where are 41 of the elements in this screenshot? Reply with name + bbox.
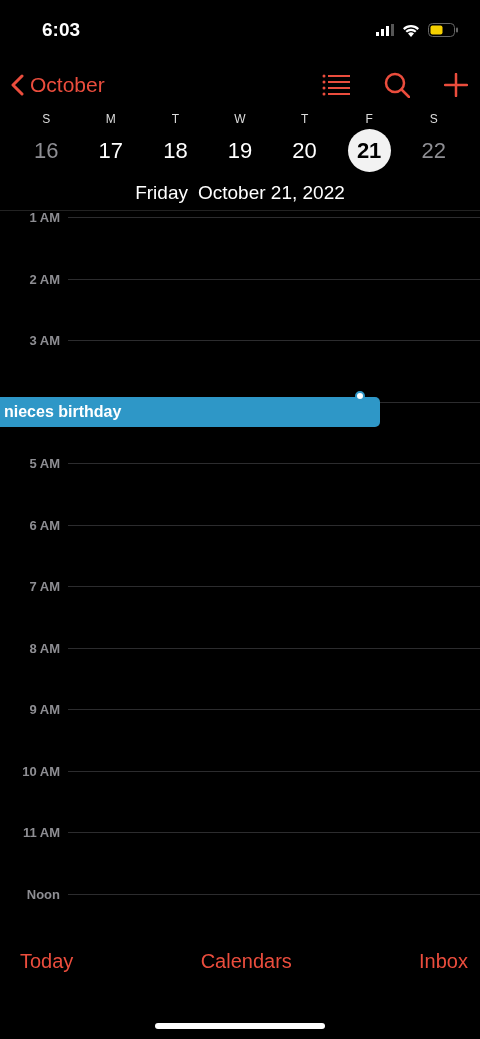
day-button[interactable]: 17 — [89, 129, 133, 172]
status-time: 6:03 — [42, 19, 81, 41]
back-button[interactable]: October — [10, 73, 105, 97]
add-icon[interactable] — [444, 73, 468, 97]
toolbar-button[interactable]: Today — [20, 949, 74, 973]
toolbar-button[interactable]: Calendars — [200, 949, 292, 973]
weekday-letter: F — [365, 112, 373, 126]
weekday-letter: M — [105, 112, 116, 126]
weekday-letter: T — [300, 112, 309, 126]
day-button[interactable]: 18 — [153, 129, 197, 172]
wifi-icon — [402, 23, 420, 37]
hour-label: 2 AM — [28, 272, 60, 286]
hour-label: 5 AM — [28, 457, 60, 470]
hour-label: 6 AM — [28, 518, 60, 532]
resize-handle[interactable] — [355, 390, 365, 401]
weekday-letter: S — [429, 112, 438, 126]
day-button[interactable]: 19 — [218, 129, 262, 172]
hour-label: 1 AM — [28, 211, 60, 224]
weekday-letter: T — [171, 112, 180, 126]
day-button[interactable]: 22 — [412, 129, 456, 172]
day-button[interactable]: 20 — [283, 129, 327, 172]
weekday-letter: W — [234, 112, 246, 126]
event-block[interactable]: nieces birthday — [0, 396, 380, 427]
battery-icon — [428, 23, 458, 37]
hour-label: 9 AM — [28, 703, 60, 716]
hour-label: Noon — [25, 887, 60, 901]
weekday-label: Friday — [135, 181, 188, 204]
list-icon[interactable] — [322, 74, 350, 96]
back-chevron-icon[interactable] — [10, 74, 24, 96]
day-button[interactable]: 21 — [347, 129, 391, 172]
hour-label: 8 AM — [28, 641, 60, 655]
signal-icon — [376, 24, 394, 36]
hour-label: 7 AM — [28, 580, 60, 593]
hour-label: 3 AM — [28, 334, 60, 347]
hour-label: 10 AM — [21, 764, 60, 778]
date-label: October 21, 2022 — [198, 181, 345, 204]
day-button[interactable]: 16 — [24, 129, 68, 172]
search-icon[interactable] — [384, 72, 410, 98]
toolbar-button[interactable]: Inbox — [419, 949, 468, 973]
hour-label: 11 AM — [21, 826, 60, 839]
weekday-letter: S — [42, 112, 51, 126]
